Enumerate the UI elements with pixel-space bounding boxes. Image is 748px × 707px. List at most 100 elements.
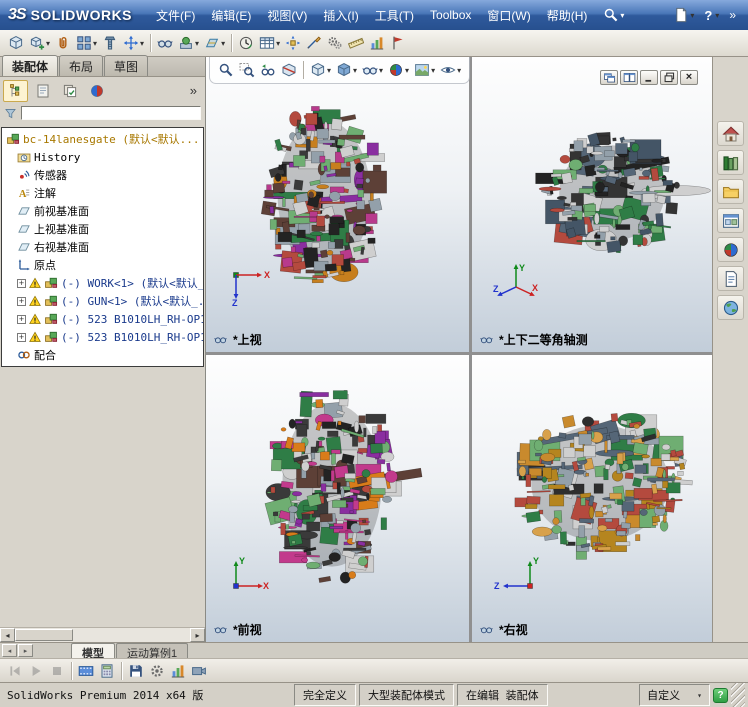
show-hidden-components-button[interactable]: [155, 32, 175, 54]
viewport-top-view[interactable]: XZ*上视: [206, 57, 469, 352]
zoom-to-area-button[interactable]: [237, 59, 257, 81]
configurationmanager-tab[interactable]: [57, 80, 82, 102]
sketch-tab[interactable]: 草图: [104, 55, 148, 76]
expand-icon[interactable]: +: [17, 297, 26, 306]
section-view-button[interactable]: [279, 59, 299, 81]
expand-menu-button[interactable]: »: [725, 7, 740, 23]
tree-item[interactable]: +(-) GUN<1> (默认<默认_...: [2, 292, 203, 310]
tree-item[interactable]: 传感器: [2, 166, 203, 184]
win-min-icon: [643, 71, 656, 84]
explode-line-sketch-button[interactable]: [304, 32, 324, 54]
help-button[interactable]: ?▾: [700, 7, 721, 24]
tree-item[interactable]: 右视基准面: [2, 238, 203, 256]
results-and-plots-button[interactable]: [168, 661, 188, 681]
solidworks-resources-button[interactable]: [717, 121, 744, 146]
exploded-view-button[interactable]: [283, 32, 303, 54]
view-settings-button[interactable]: ▾: [438, 59, 463, 81]
filter-input[interactable]: [21, 106, 201, 120]
tree-item[interactable]: bc-14lanesgate (默认<默认...: [2, 130, 203, 148]
viewport-right-view[interactable]: YZ*右视: [472, 355, 713, 642]
panel-hscrollbar[interactable]: ◂ ▸: [0, 627, 205, 642]
custom-toolbar-dropdown[interactable]: 自定义 ▾: [639, 684, 710, 706]
view-palette-button[interactable]: [717, 208, 744, 233]
tree-item[interactable]: 上视基准面: [2, 220, 203, 238]
measure-button[interactable]: [346, 32, 366, 54]
assembly-features-button[interactable]: ▾: [176, 32, 201, 54]
propertymanager-tab[interactable]: [30, 80, 55, 102]
tree-item[interactable]: A注解: [2, 184, 203, 202]
quick-tips-icon[interactable]: ?: [713, 688, 728, 703]
menu-window[interactable]: 窗口(W): [479, 0, 538, 30]
featuremanager-tree-tab[interactable]: [3, 80, 28, 102]
solidworks-forum-button[interactable]: [717, 295, 744, 320]
bill-of-materials-button[interactable]: ▾: [257, 32, 282, 54]
reference-geometry-button[interactable]: ▾: [202, 32, 227, 54]
smart-fasteners-button[interactable]: [100, 32, 120, 54]
edit-appearance-button[interactable]: ▾: [386, 59, 411, 81]
restore-document-button[interactable]: [660, 70, 678, 85]
mate-button[interactable]: [53, 32, 73, 54]
custom-properties-button[interactable]: [717, 266, 744, 291]
view-orientation-button[interactable]: ▾: [308, 59, 333, 81]
menu-view[interactable]: 视图(V): [259, 0, 315, 30]
model-tab[interactable]: 模型: [71, 643, 115, 658]
tree-item[interactable]: 配合: [2, 346, 203, 364]
zoom-to-fit-button[interactable]: [216, 59, 236, 81]
scroll-left-button[interactable]: ◂: [0, 628, 15, 642]
file-explorer-button[interactable]: [717, 179, 744, 204]
menu-tools[interactable]: 工具(T): [367, 0, 422, 30]
edit-component-button[interactable]: [6, 32, 26, 54]
apply-scene-button[interactable]: ▾: [412, 59, 437, 81]
assembly-icon: [44, 312, 58, 326]
close-document-button[interactable]: ×: [680, 70, 698, 85]
save-animation-button[interactable]: [126, 661, 146, 681]
previous-view-button[interactable]: [258, 59, 278, 81]
menu-file[interactable]: 文件(F): [148, 0, 203, 30]
assembly-tab[interactable]: 装配体: [2, 55, 58, 76]
camera-view-button[interactable]: [189, 661, 209, 681]
scroll-thumb[interactable]: [15, 629, 73, 641]
panel-overflow-chevron[interactable]: »: [185, 83, 202, 98]
new-document-button[interactable]: ▾: [671, 6, 696, 24]
scroll-right-button[interactable]: ▸: [190, 628, 205, 642]
calculate-button[interactable]: [97, 661, 117, 681]
tree-item[interactable]: +(-) 523 B1010LH_RH-OP10...: [2, 328, 203, 346]
animation-wizard-button[interactable]: [76, 661, 96, 681]
tree-item[interactable]: History: [2, 148, 203, 166]
search-button[interactable]: ▾: [595, 0, 632, 30]
menu-edit[interactable]: 编辑(E): [203, 0, 259, 30]
viewport-dimetric-view[interactable]: YXZ*上下二等角轴测: [472, 57, 713, 352]
tile-windows-button[interactable]: [620, 70, 638, 85]
display-style-button[interactable]: ▾: [334, 59, 359, 81]
insert-components-button[interactable]: ▾: [27, 32, 52, 54]
tree-item[interactable]: +(-) WORK<1> (默认<默认_显...: [2, 274, 203, 292]
design-library-button[interactable]: [717, 150, 744, 175]
menu-insert[interactable]: 插入(I): [315, 0, 366, 30]
minimize-document-button[interactable]: [640, 70, 658, 85]
expand-icon[interactable]: +: [17, 279, 26, 288]
layout-tab[interactable]: 布局: [59, 55, 103, 76]
tab-scroll-right-button[interactable]: ▸: [18, 644, 33, 657]
menu-toolbox[interactable]: Toolbox: [422, 0, 479, 30]
expand-icon[interactable]: +: [17, 315, 26, 324]
hide-show-items-button[interactable]: ▾: [360, 59, 385, 81]
tree-item[interactable]: +(-) 523 B1010LH_RH-OP10...: [2, 310, 203, 328]
scroll-track[interactable]: [15, 628, 190, 642]
interference-detection-button[interactable]: [325, 32, 345, 54]
expand-icon[interactable]: +: [17, 333, 26, 342]
tree-item[interactable]: 前视基准面: [2, 202, 203, 220]
cascade-windows-button[interactable]: [600, 70, 618, 85]
appearances-scenes-button[interactable]: [717, 237, 744, 262]
component-pattern-button[interactable]: ▾: [74, 32, 99, 54]
motion-study-tab[interactable]: 运动算例1: [116, 643, 188, 658]
motion-study-properties-button[interactable]: [147, 661, 167, 681]
menu-help[interactable]: 帮助(H): [539, 0, 596, 30]
displaymanager-tab[interactable]: [84, 80, 109, 102]
viewport-front-view[interactable]: YX*前视: [206, 355, 469, 642]
simulation-button[interactable]: [388, 32, 408, 54]
new-motion-study-button[interactable]: [236, 32, 256, 54]
tab-scroll-left-button[interactable]: ◂: [2, 644, 17, 657]
tree-item[interactable]: 原点: [2, 256, 203, 274]
move-component-button[interactable]: ▾: [121, 32, 146, 54]
assembly-visualization-button[interactable]: [367, 32, 387, 54]
